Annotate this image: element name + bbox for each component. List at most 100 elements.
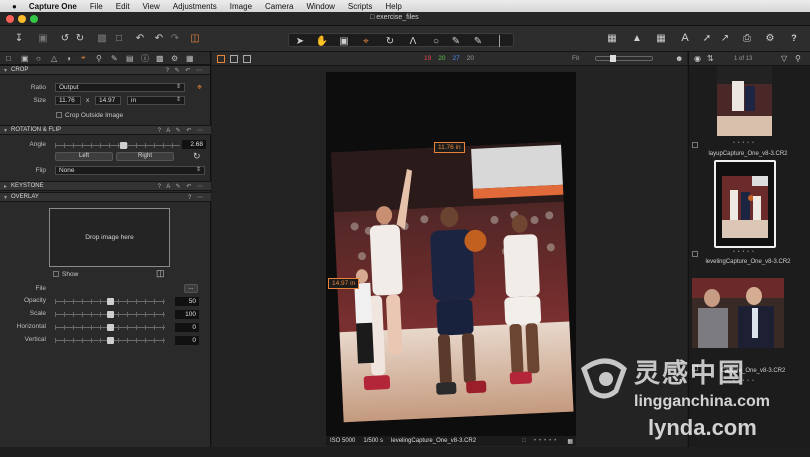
picker-icon[interactable]: ✎ [471, 34, 485, 48]
red-tag-count[interactable]: 19 [424, 55, 431, 62]
rotate-left-icon[interactable]: ↺ [58, 31, 72, 45]
blue-tag-count[interactable]: 27 [452, 55, 459, 62]
crop-outside-checkbox[interactable] [56, 112, 62, 118]
warning-icon[interactable]: ▲ [630, 31, 644, 45]
details-tab-icon[interactable]: ⚲ [96, 54, 111, 63]
reset-icon[interactable]: ↶ [133, 31, 147, 45]
choose-file-button[interactable]: ... [184, 284, 198, 293]
overlay-horizontal-knob[interactable] [106, 324, 114, 331]
capture-tab-icon[interactable]: ▣ [21, 54, 36, 63]
overlay-vertical-knob[interactable] [106, 337, 114, 344]
overlay-drop-zone[interactable]: Drop image here [49, 208, 170, 267]
rotation-section-header[interactable]: ▾ ROTATION & FLIP ? A ✎ ↶ ⋯ [0, 125, 211, 135]
app-menu[interactable]: Capture One [29, 2, 77, 11]
keystone-icon[interactable]: Λ [406, 34, 420, 48]
layout-multi-icon[interactable] [243, 55, 251, 63]
loupe-icon[interactable]: ▣ [337, 34, 351, 48]
camera-icon[interactable]: ▣ [36, 31, 50, 45]
overlay-show-checkbox[interactable] [53, 271, 59, 277]
menu-adjustments[interactable]: Adjustments [173, 2, 217, 11]
library-tab-icon[interactable]: □ [6, 54, 21, 63]
overlay-image-icon[interactable]: ◫ [156, 268, 165, 279]
zoom-window-button[interactable] [30, 15, 38, 23]
menu-window[interactable]: Window [306, 2, 334, 11]
layout-grid-icon[interactable] [217, 55, 225, 63]
keystone-section-header[interactable]: ▸ KEYSTONE ? A ✎ ↶ ⋯ [0, 181, 211, 191]
circle-tool-icon[interactable]: ○ [429, 34, 443, 48]
thumbnail-1[interactable] [717, 66, 772, 136]
proof-icon[interactable]: ➚ [700, 31, 714, 45]
rotate-tool-icon[interactable]: ↻ [383, 34, 397, 48]
crop-icon[interactable]: ⌖ [197, 82, 202, 93]
angle-slider-knob[interactable] [120, 142, 128, 149]
rotate-right-button[interactable]: Right [116, 152, 174, 161]
main-image[interactable] [326, 72, 576, 436]
fit-label[interactable]: Fit [572, 55, 579, 62]
menu-view[interactable]: View [143, 2, 160, 11]
output-tab-icon[interactable]: ▤ [126, 54, 141, 63]
thumbnail-2-rating[interactable]: ••••• [733, 249, 757, 255]
crop-tab-icon[interactable]: ⌖ [81, 53, 96, 63]
brush-icon[interactable]: ✎ [449, 34, 463, 48]
grid-overlay-icon[interactable]: ▦ [654, 31, 668, 45]
composition-tab-icon[interactable]: △ [51, 54, 66, 63]
crop-width-field[interactable]: 11.76 [55, 96, 81, 105]
trash-icon[interactable]: □ [112, 31, 126, 45]
metadata-tab-icon[interactable]: ⓘ [141, 53, 156, 64]
filter-icon[interactable]: ▽ [781, 54, 787, 63]
crop-section-header[interactable]: ▾ CROP ? ✎ ↶ ⋯ [0, 65, 210, 75]
sort-icon[interactable]: ⇅ [707, 54, 714, 63]
crop-icon[interactable]: ⌖ [359, 34, 373, 48]
section-actions[interactable]: ? A ✎ ↶ ⋯ [158, 127, 211, 134]
export-icon[interactable]: ▩ [95, 31, 109, 45]
menu-file[interactable]: File [90, 2, 103, 11]
overlay-vertical-slider[interactable] [55, 337, 165, 344]
copy-apply-icon[interactable]: ◫ [188, 31, 202, 45]
annotate-icon[interactable]: │ [493, 34, 507, 48]
import-icon[interactable]: ↧ [12, 31, 26, 45]
angle-value[interactable]: 2.68 [182, 140, 206, 149]
rotate-right-icon[interactable]: ↻ [73, 31, 87, 45]
redo-icon[interactable]: ↷ [168, 31, 182, 45]
overlay-scale-knob[interactable] [106, 311, 114, 318]
overlay-scale-value[interactable]: 100 [175, 310, 199, 319]
undo-icon[interactable]: ↶ [152, 31, 166, 45]
thumbnail-1-checkbox[interactable] [692, 142, 698, 148]
overlay-scale-slider[interactable] [55, 311, 165, 318]
batch-tab-icon[interactable]: ▩ [156, 54, 171, 63]
select-cursor-icon[interactable]: ➤ [293, 34, 307, 48]
thumbnail-1-rating[interactable]: ••••• [733, 140, 757, 146]
exposure-tab-icon[interactable]: ◑ [66, 54, 81, 63]
rotate-dial-icon[interactable]: ↻ [193, 151, 201, 162]
text-icon[interactable]: A [678, 31, 692, 45]
zoom-slider-knob[interactable] [610, 55, 616, 62]
help-icon[interactable]: ? [787, 31, 801, 45]
pan-icon[interactable]: ✋ [315, 34, 329, 48]
print-icon[interactable]: ⎙ [740, 31, 754, 45]
overlay-horizontal-slider[interactable] [55, 324, 165, 331]
rotate-left-button[interactable]: Left [55, 152, 113, 161]
flip-select[interactable]: None [55, 166, 205, 175]
zoom-slider[interactable] [595, 55, 653, 62]
layout-single-icon[interactable] [230, 55, 238, 63]
settings-tab-icon[interactable]: ⚙ [171, 54, 186, 63]
gear-icon[interactable]: ⚙ [763, 31, 777, 45]
expand-icon[interactable]: ↗ [718, 31, 732, 45]
minimize-window-button[interactable] [18, 15, 26, 23]
crop-height-field[interactable]: 14.97 [95, 96, 121, 105]
menu-help[interactable]: Help [385, 2, 401, 11]
section-actions[interactable]: ? ⋯ [188, 194, 211, 201]
thumbnail-3[interactable] [692, 278, 784, 348]
thumbnail-2-selected[interactable] [714, 160, 776, 248]
apple-menu-icon[interactable]: ● [12, 2, 17, 11]
menu-camera[interactable]: Camera [265, 2, 293, 11]
menu-edit[interactable]: Edit [116, 2, 130, 11]
person-icon[interactable]: ☻ [675, 54, 683, 63]
overlay-opacity-knob[interactable] [106, 298, 114, 305]
thumbnail-2-checkbox[interactable] [692, 251, 698, 257]
section-actions[interactable]: ? ✎ ↶ ⋯ [166, 67, 210, 74]
angle-slider[interactable] [55, 142, 180, 149]
ratio-select[interactable]: Output [55, 83, 185, 92]
overlay-horizontal-value[interactable]: 0 [175, 323, 199, 332]
menu-image[interactable]: Image [230, 2, 252, 11]
